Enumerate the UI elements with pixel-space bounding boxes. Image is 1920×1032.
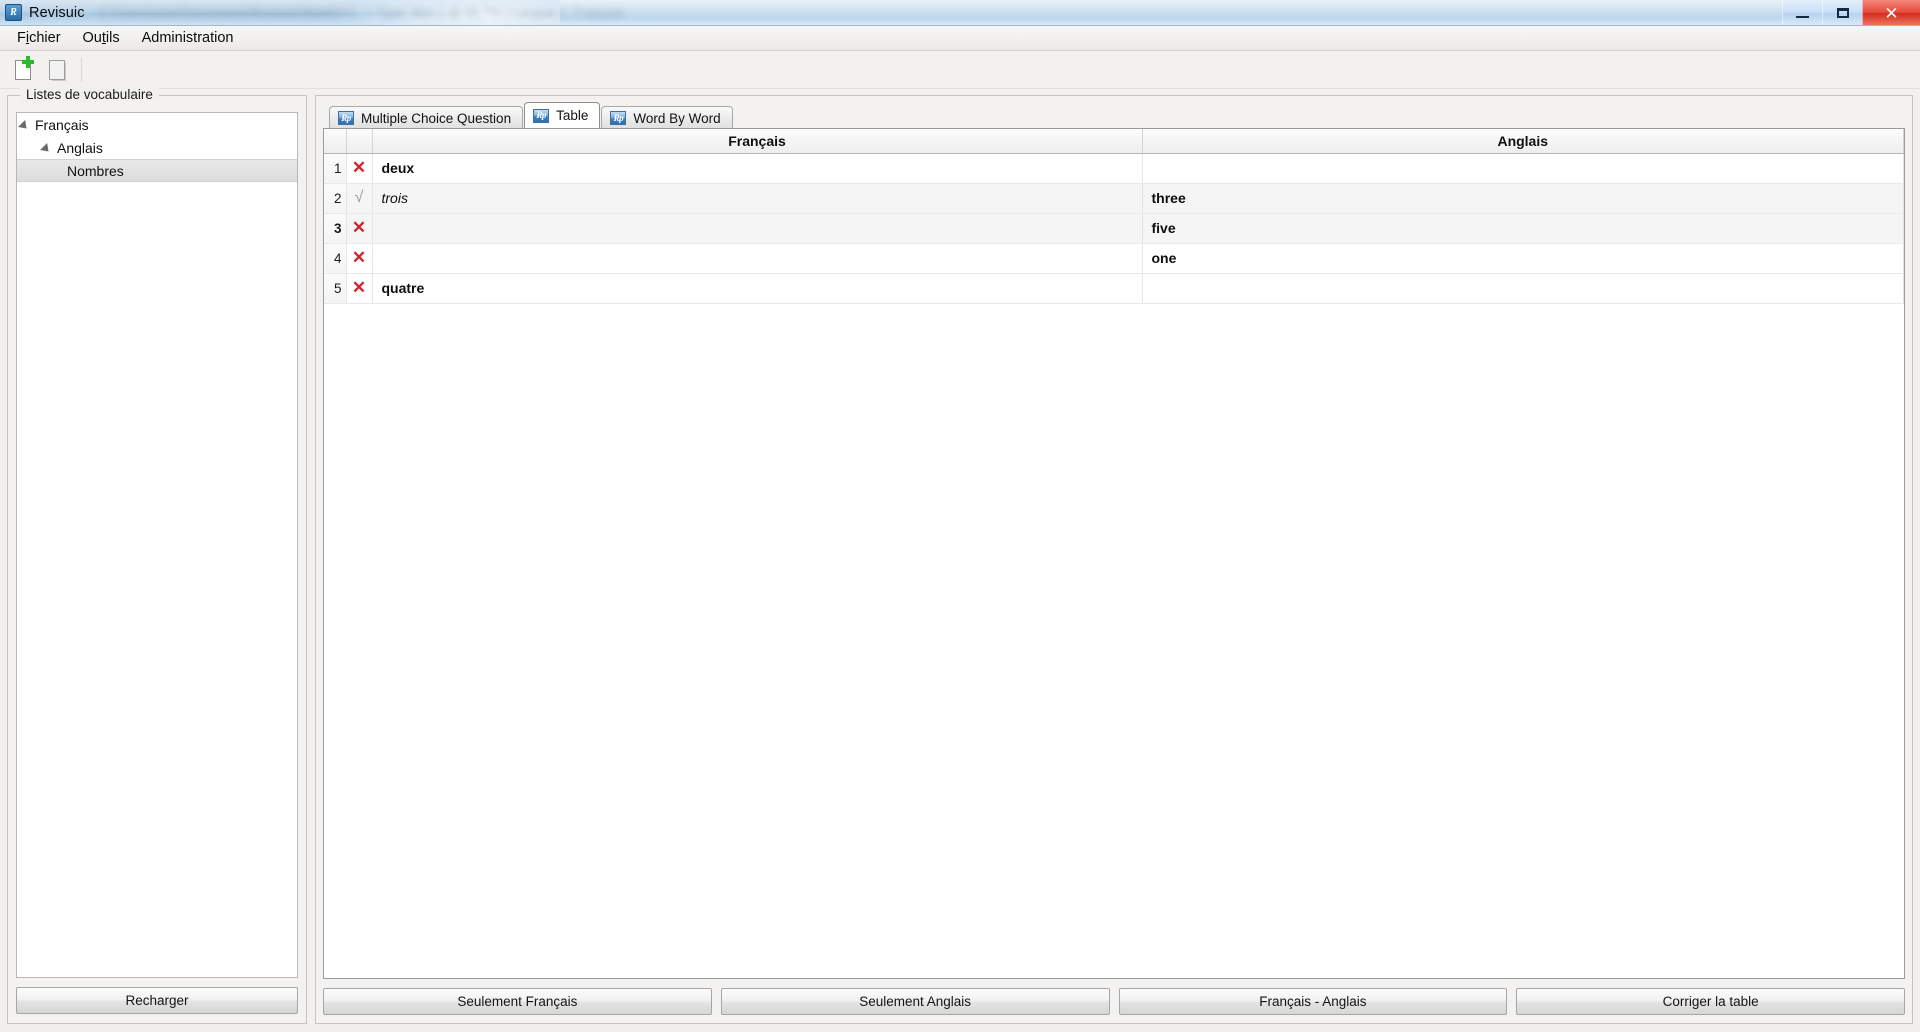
- row-status-cell: √: [346, 183, 373, 214]
- revisuic-icon: Rp: [338, 111, 354, 125]
- menu-outils-post: ils: [105, 30, 120, 46]
- table-header-anglais[interactable]: Anglais: [1142, 129, 1904, 154]
- menu-fichier-post: chier: [29, 30, 61, 46]
- table-row[interactable]: 1 ✕ deux: [324, 153, 1904, 184]
- cell-anglais[interactable]: five: [1142, 213, 1904, 244]
- table-header-rownum: [324, 129, 347, 154]
- cell-anglais[interactable]: [1142, 153, 1904, 184]
- toolbar: [0, 51, 1920, 89]
- expand-triangle-icon[interactable]: [18, 119, 31, 132]
- cell-anglais[interactable]: one: [1142, 243, 1904, 274]
- francais-anglais-button[interactable]: Français - Anglais: [1118, 988, 1508, 1015]
- vocabulary-table[interactable]: Français Anglais 1 ✕ deux 2 √ trois thre…: [324, 129, 1904, 304]
- tree-node-anglais[interactable]: Anglais: [17, 136, 297, 159]
- seulement-anglais-button[interactable]: Seulement Anglais: [720, 988, 1110, 1015]
- vocabulary-lists-title: Listes de vocabulaire: [20, 87, 159, 102]
- menu-administration[interactable]: Administration: [131, 28, 245, 48]
- window-subtitle-blurred: C:\Users\user\Documents\Revisuic\Nombres…: [98, 5, 624, 20]
- minimize-button[interactable]: [1782, 0, 1822, 25]
- table-header-mark: [346, 129, 373, 154]
- close-icon: ✕: [1884, 3, 1899, 23]
- cross-icon: ✕: [351, 277, 367, 297]
- check-icon: √: [354, 189, 364, 206]
- cell-francais[interactable]: [372, 213, 1143, 244]
- menu-outils[interactable]: Outils: [72, 28, 131, 48]
- cell-anglais[interactable]: [1142, 273, 1904, 304]
- table-tab-panel: Français Anglais 1 ✕ deux 2 √ trois thre…: [323, 128, 1905, 979]
- table-row[interactable]: 2 √ trois three: [324, 183, 1904, 214]
- table-row[interactable]: 3 ✕ five: [324, 213, 1904, 244]
- row-number: 4: [324, 243, 347, 274]
- window-title: Revisuic: [29, 4, 85, 21]
- maximize-icon: [1836, 8, 1849, 18]
- cell-francais[interactable]: quatre: [372, 273, 1143, 304]
- tree-node-francais[interactable]: Français: [17, 113, 297, 136]
- row-status-cell: ✕: [346, 153, 373, 184]
- tree-node-nombres-label: Nombres: [67, 162, 124, 179]
- menu-outils-pre: Ou: [82, 30, 102, 46]
- tab-table[interactable]: Rp Table: [524, 102, 601, 128]
- row-number: 3: [324, 213, 347, 244]
- tab-multiple-choice-question[interactable]: Rp Multiple Choice Question: [329, 106, 524, 129]
- seulement-francais-button[interactable]: Seulement Français: [323, 988, 712, 1015]
- cross-icon: ✕: [351, 217, 367, 237]
- cross-icon: ✕: [351, 247, 367, 267]
- table-row[interactable]: 5 ✕ quatre: [324, 273, 1904, 304]
- tab-table-label: Table: [556, 108, 589, 123]
- row-number: 2: [324, 183, 347, 214]
- action-button-bar: Seulement Français Seulement Anglais Fra…: [323, 988, 1905, 1015]
- row-number: 1: [324, 153, 347, 184]
- maximize-button[interactable]: [1822, 0, 1862, 25]
- menu-administration-label: Administration: [141, 30, 234, 46]
- tree-node-anglais-label: Anglais: [57, 139, 103, 156]
- toolbar-separator: [81, 57, 82, 82]
- row-status-cell: ✕: [346, 213, 373, 244]
- table-body: 1 ✕ deux 2 √ trois three 3 ✕ five 4 ✕ on…: [324, 153, 1904, 304]
- expand-triangle-icon[interactable]: [40, 142, 53, 155]
- tab-word-by-word[interactable]: Rp Word By Word: [601, 106, 733, 129]
- application-window: R Revisuic C:\Users\user\Documents\Revis…: [0, 0, 1920, 1032]
- tab-word-by-word-label: Word By Word: [633, 110, 721, 126]
- open-list-button[interactable]: [43, 56, 71, 84]
- window-controls: ✕: [1782, 0, 1920, 25]
- table-row[interactable]: 4 ✕ one: [324, 243, 1904, 274]
- row-number: 5: [324, 273, 347, 304]
- minimize-icon: [1796, 16, 1809, 18]
- cell-francais[interactable]: trois: [372, 183, 1143, 214]
- tab-multiple-choice-question-label: Multiple Choice Question: [361, 110, 512, 126]
- menu-fichier[interactable]: Fichier: [6, 28, 72, 48]
- table-header: Français Anglais: [324, 129, 1904, 154]
- menu-bar: Fichier Outils Administration: [0, 26, 1920, 51]
- cell-anglais[interactable]: three: [1142, 183, 1904, 214]
- table-empty-area: [324, 303, 1904, 978]
- new-list-button[interactable]: [9, 55, 37, 84]
- main-content: Listes de vocabulaire Français Anglais N…: [0, 87, 1920, 1032]
- plus-icon: [22, 55, 34, 68]
- tab-bar: Rp Multiple Choice Question Rp Table Rp …: [323, 102, 1905, 129]
- tree-node-nombres[interactable]: Nombres: [17, 159, 297, 182]
- cell-francais[interactable]: [372, 243, 1143, 274]
- app-icon: R: [5, 4, 22, 21]
- title-bar: R Revisuic C:\Users\user\Documents\Revis…: [0, 0, 1920, 26]
- table-header-francais[interactable]: Français: [372, 129, 1143, 154]
- document-icon: [49, 59, 65, 80]
- vocabulary-tree[interactable]: Français Anglais Nombres: [16, 112, 298, 978]
- close-button[interactable]: ✕: [1862, 0, 1920, 25]
- new-document-icon: [15, 55, 34, 80]
- cell-francais[interactable]: deux: [372, 153, 1143, 184]
- row-status-cell: ✕: [346, 273, 373, 304]
- revisuic-icon: Rp: [610, 111, 627, 125]
- menu-fichier-pre: F: [17, 30, 26, 46]
- tree-node-francais-label: Français: [35, 116, 89, 133]
- reload-button[interactable]: Recharger: [16, 987, 298, 1014]
- row-status-cell: ✕: [346, 243, 373, 274]
- vocabulary-lists-panel: Listes de vocabulaire Français Anglais N…: [7, 87, 307, 1024]
- exercise-panel: Rp Multiple Choice Question Rp Table Rp …: [315, 95, 1913, 1024]
- cross-icon: ✕: [351, 157, 367, 177]
- corriger-la-table-button[interactable]: Corriger la table: [1516, 988, 1905, 1015]
- revisuic-icon: Rp: [533, 108, 550, 123]
